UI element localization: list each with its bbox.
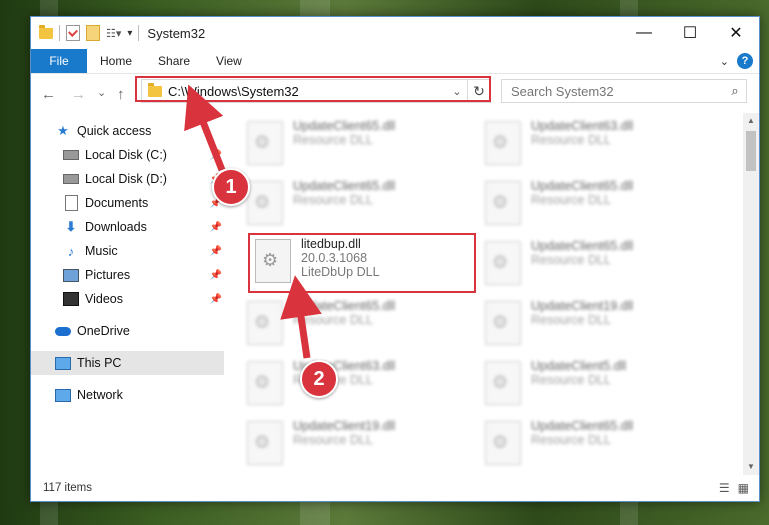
search-box[interactable]: ⌕	[501, 79, 747, 103]
file-item[interactable]: UpdateClient63.dllResource DLL	[227, 357, 457, 413]
status-bar: 117 items ☰ ▦	[31, 475, 759, 501]
large-icons-view-icon[interactable]: ▦	[738, 481, 749, 495]
sidebar-item-downloads[interactable]: ⬇ Downloads 📌	[31, 215, 224, 239]
details-view-icon[interactable]: ☰	[719, 481, 730, 495]
file-item[interactable]: UpdateClient19.dllResource DLL	[227, 417, 457, 473]
sidebar-item-local-disk-d[interactable]: Local Disk (D:) 📌	[31, 167, 224, 191]
item-count: 117 items	[43, 482, 93, 494]
file-item[interactable]: UpdateClient65.dllResource DLL	[465, 177, 695, 233]
dll-file-icon	[485, 241, 521, 285]
address-highlight	[135, 76, 491, 102]
folder-icon	[39, 24, 53, 39]
dll-file-icon	[247, 181, 283, 225]
customize-toolbar-icon[interactable]: ▾	[127, 28, 132, 39]
navigation-pane: ★ Quick access Local Disk (C:) 📌 Local D…	[31, 113, 224, 473]
drive-icon	[63, 174, 79, 184]
file-list: UpdateClient65.dllResource DLL UpdateCli…	[227, 113, 739, 473]
videos-icon	[63, 292, 79, 306]
sidebar-item-quick-access[interactable]: ★ Quick access	[31, 119, 224, 143]
file-item[interactable]: UpdateClient5.dllResource DLL	[465, 357, 695, 413]
file-item[interactable]: UpdateClient65.dllResource DLL	[227, 177, 457, 233]
dll-file-icon	[247, 301, 283, 345]
dll-file-icon	[247, 421, 283, 465]
download-icon: ⬇	[65, 219, 77, 234]
sidebar-item-music[interactable]: ♪ Music 📌	[31, 239, 224, 263]
dll-file-icon	[247, 361, 283, 405]
file-item[interactable]: UpdateClient65.dllResource DLL	[227, 297, 457, 353]
sidebar-item-videos[interactable]: Videos 📌	[31, 287, 224, 311]
title-bar: ☷▾ ▾ System32 — ☐ ✕	[31, 17, 759, 49]
forward-icon[interactable]: →	[71, 86, 86, 103]
close-button[interactable]: ✕	[713, 17, 759, 49]
expand-ribbon-icon[interactable]: ⌄	[720, 55, 729, 68]
star-icon: ★	[57, 123, 69, 138]
step-badge-1: 1	[212, 168, 250, 206]
tab-view[interactable]: View	[203, 49, 255, 73]
file-item[interactable]: UpdateClient65.dllResource DLL	[227, 117, 457, 173]
help-icon[interactable]: ?	[737, 53, 753, 69]
dll-file-icon	[485, 301, 521, 345]
dll-file-icon	[485, 181, 521, 225]
file-item[interactable]: UpdateClient65.dllResource DLL	[465, 417, 695, 473]
network-icon	[55, 388, 71, 402]
computer-icon	[55, 356, 71, 370]
dll-file-icon	[247, 121, 283, 165]
maximize-button[interactable]: ☐	[667, 17, 713, 49]
window-title: System32	[147, 25, 206, 41]
back-icon[interactable]: ←	[41, 86, 56, 103]
onedrive-icon	[55, 326, 71, 336]
search-input[interactable]	[502, 82, 724, 100]
dll-file-icon	[485, 361, 521, 405]
document-icon	[64, 195, 78, 211]
pin-icon[interactable]: 📌	[210, 150, 222, 161]
file-item[interactable]: UpdateClient63.dllResource DLL	[465, 117, 695, 173]
properties-icon[interactable]	[66, 25, 80, 41]
drive-icon	[63, 150, 79, 160]
sidebar-item-documents[interactable]: Documents 📌	[31, 191, 224, 215]
vertical-scrollbar[interactable]: ▲ ▼	[743, 113, 759, 475]
tab-share[interactable]: Share	[145, 49, 203, 73]
search-icon[interactable]: ⌕	[724, 83, 746, 99]
scroll-up-icon[interactable]: ▲	[743, 113, 759, 129]
pin-icon[interactable]: 📌	[210, 222, 222, 233]
step-badge-2: 2	[300, 360, 338, 398]
file-highlight	[248, 233, 476, 293]
window-controls: — ☐ ✕	[621, 17, 759, 49]
pin-icon[interactable]: 📌	[210, 246, 222, 257]
tab-home[interactable]: Home	[87, 49, 145, 73]
up-icon[interactable]: ↑	[117, 86, 125, 103]
pictures-icon	[63, 268, 79, 282]
minimize-button[interactable]: —	[621, 17, 667, 49]
file-item[interactable]: UpdateClient65.dllResource DLL	[465, 237, 695, 293]
scroll-down-icon[interactable]: ▼	[743, 459, 759, 475]
dll-file-icon	[485, 421, 521, 465]
quick-access-toolbar: ☷▾ ▾	[39, 24, 140, 41]
music-icon: ♪	[67, 243, 75, 259]
sidebar-item-local-disk-c[interactable]: Local Disk (C:) 📌	[31, 143, 224, 167]
sidebar-item-network[interactable]: Network	[31, 383, 224, 407]
pin-icon[interactable]: 📌	[210, 294, 222, 305]
pin-icon[interactable]: 📌	[210, 270, 222, 281]
recent-locations-icon[interactable]: ⌄	[97, 86, 106, 99]
sidebar-item-this-pc[interactable]: This PC	[31, 351, 224, 375]
view-options-icon[interactable]: ☷▾	[106, 27, 121, 40]
sidebar-item-pictures[interactable]: Pictures 📌	[31, 263, 224, 287]
tab-file[interactable]: File	[31, 49, 87, 73]
new-folder-icon[interactable]	[86, 25, 100, 41]
scroll-thumb[interactable]	[746, 131, 756, 171]
file-item[interactable]: UpdateClient19.dllResource DLL	[465, 297, 695, 353]
ribbon-tabs: File Home Share View ⌄ ?	[31, 49, 759, 74]
dll-file-icon	[485, 121, 521, 165]
sidebar-item-onedrive[interactable]: OneDrive	[31, 319, 224, 343]
